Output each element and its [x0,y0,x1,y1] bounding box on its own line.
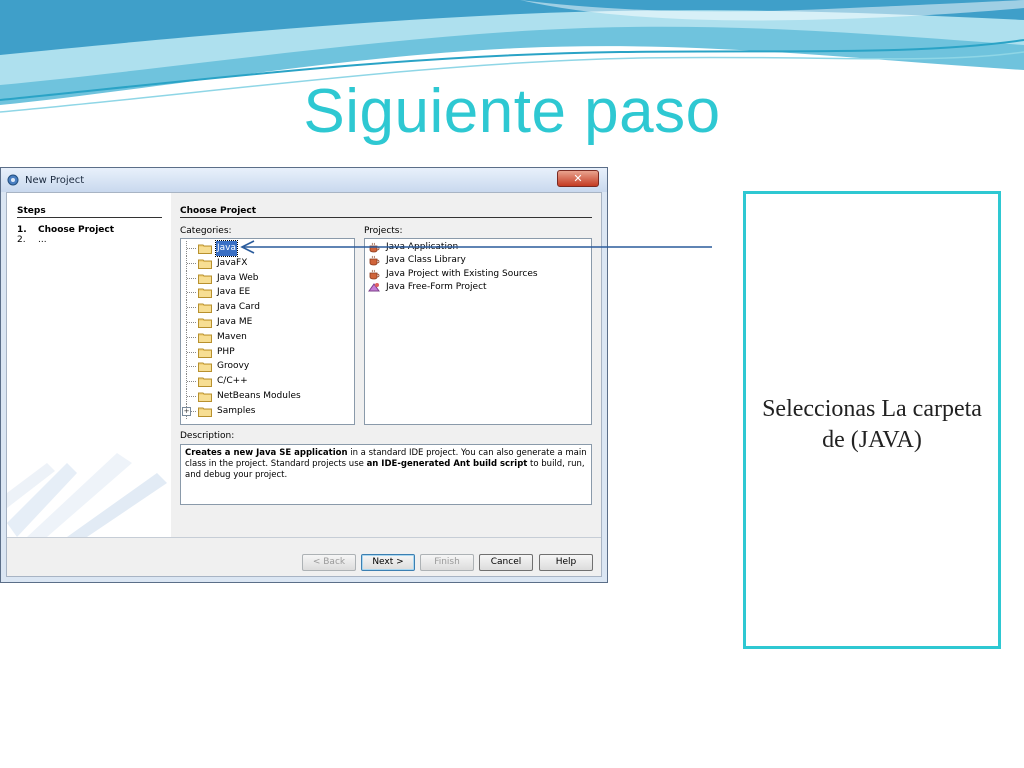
dialog-title: New Project [25,175,85,186]
category-label: Java Card [217,302,260,313]
choose-project-divider [180,217,592,218]
folder-icon [198,259,212,269]
close-button[interactable]: ✕ [557,170,599,187]
category-label: Java Web [217,272,259,283]
choose-project-panel: Choose Project Categories: Java JavaFX Jav… [171,193,601,537]
folder-icon [198,407,212,417]
coffee-cup-icon [369,269,380,280]
category-label: Samples [217,405,256,416]
projects-label: Projects: [364,226,403,236]
slide-title: Siguiente paso [303,77,721,146]
steps-divider [17,217,162,218]
help-button[interactable]: Help [539,554,593,571]
step-number: 1. [17,225,27,235]
folder-icon [198,348,212,358]
freeform-project-icon [368,283,380,292]
coffee-cup-icon [369,242,380,253]
next-button[interactable]: Next > [361,554,415,571]
back-button[interactable]: < Back [302,554,356,571]
category-label: Groovy [217,361,250,372]
category-label: Java ME [217,317,253,327]
cancel-button[interactable]: Cancel [479,554,533,571]
dialog-client-area: Steps 1. Choose Project 2.... Choose Proj… [6,192,602,577]
project-label: Java Application [386,242,459,252]
category-label: Java EE [217,287,251,298]
folder-icon [198,318,212,328]
netbeans-app-icon [7,174,19,186]
coffee-cup-icon [369,256,380,266]
steps-panel: Steps 1. Choose Project 2.... [7,193,171,537]
description-bold-1: Creates a new Java SE application [185,448,348,458]
folder-icon [198,244,212,254]
step-number: 2. [17,235,26,245]
choose-project-heading: Choose Project [180,206,257,216]
folder-icon [198,333,212,343]
steps-panel-decoration [7,453,167,537]
step-label: Choose Project [38,225,115,235]
project-label: Java Free-Form Project [386,282,487,293]
dialog-titlebar[interactable]: New Project ✕ [1,168,607,192]
new-project-dialog: New Project ✕ Steps 1. Choose Project 2..… [0,167,608,583]
folder-icon [198,362,212,373]
step-item-2: 2.... [17,235,47,245]
category-label: JavaFX [217,257,248,268]
category-label: NetBeans Modules [217,391,301,401]
steps-heading: Steps [17,206,46,216]
folder-icon [198,303,212,314]
description-bold-2: an IDE-generated Ant build script [366,459,528,469]
folder-icon [198,392,212,402]
projects-list[interactable]: Java Application Java Class Library Java P… [364,238,592,425]
finish-button[interactable]: Finish [420,554,474,571]
folder-icon [198,288,212,299]
expand-icon[interactable]: + [182,406,191,416]
description-box: Creates a new Java SE application in a s… [180,444,592,505]
category-label: Maven [217,331,247,342]
category-label: Java [214,240,239,257]
folder-icon [198,274,212,284]
step-item-1: 1. Choose Project [17,225,114,235]
category-label: C/C++ [217,376,248,387]
step-label: ... [38,235,47,245]
categories-label: Categories: [180,226,232,236]
categories-tree[interactable]: Java JavaFX Java Web Java EE Java Card Java M… [180,238,355,425]
callout-box: Seleccionas La carpeta de (JAVA) [743,191,1001,649]
category-label: PHP [217,346,235,357]
callout-text: Seleccionas La carpeta de (JAVA) [762,396,982,453]
close-icon: ✕ [573,172,583,185]
project-label: Java Project with Existing Sources [386,268,538,279]
button-bar: < Back Next > Finish Cancel Help [7,537,601,578]
folder-icon [198,377,212,388]
project-label: Java Class Library [386,255,466,266]
description-label: Description: [180,431,235,441]
